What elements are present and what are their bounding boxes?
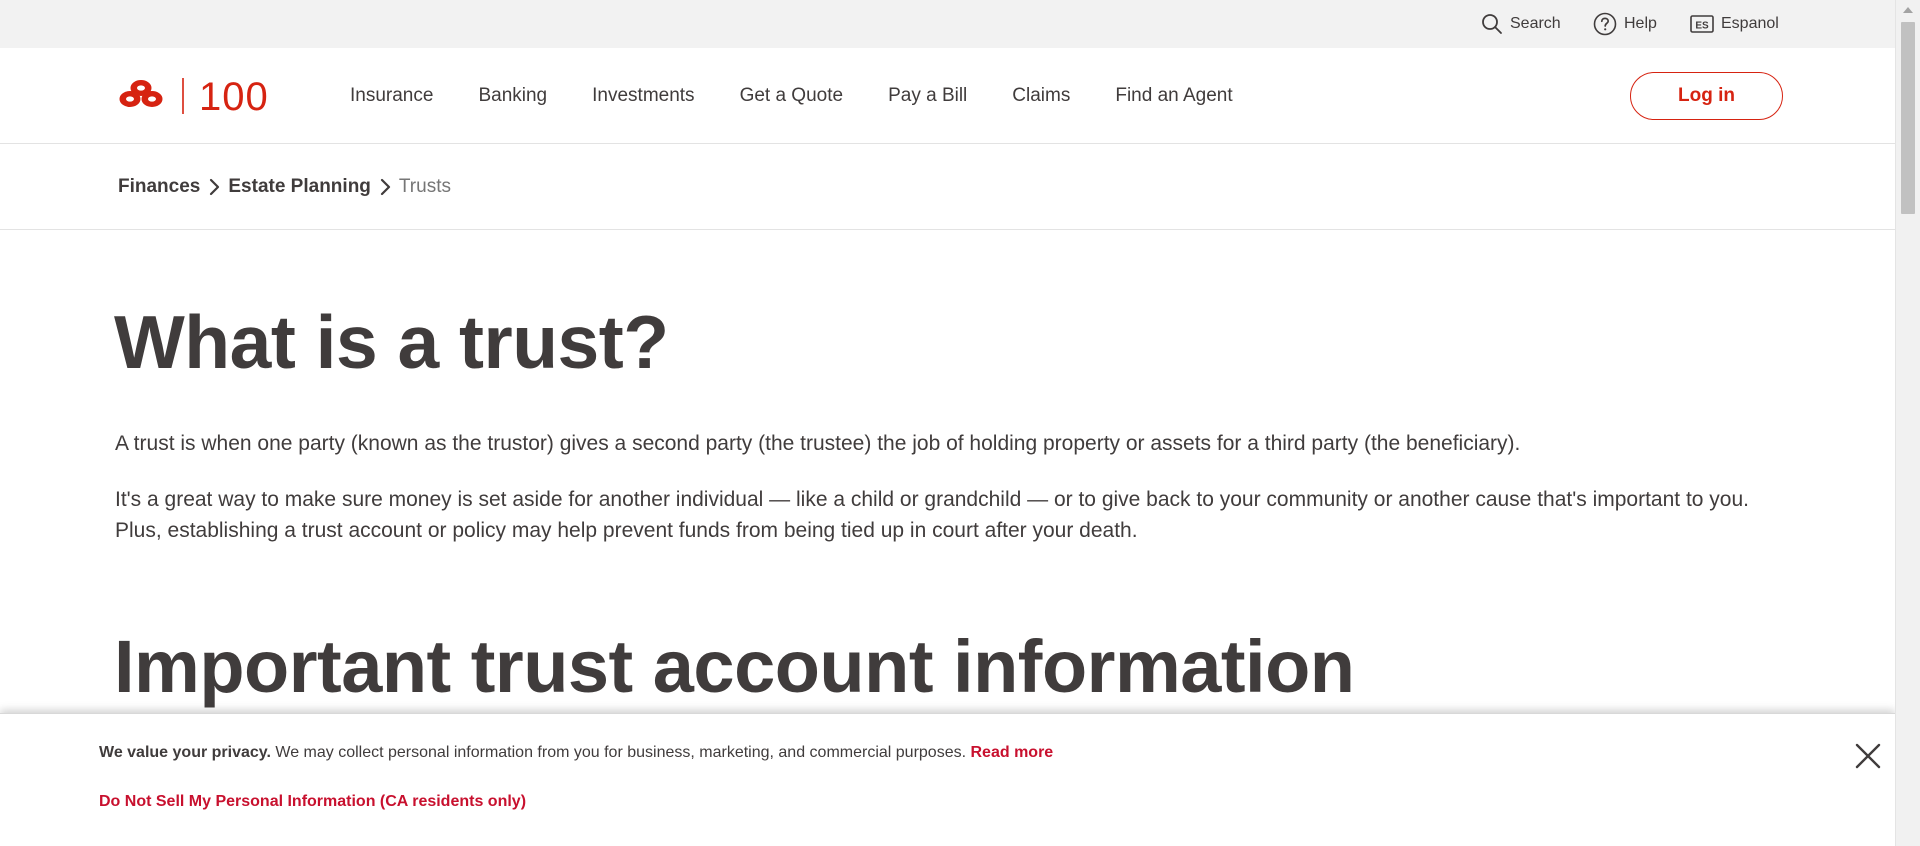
chevron-right-icon	[379, 178, 391, 196]
close-icon	[1855, 743, 1881, 769]
nav-item-find-an-agent[interactable]: Find an Agent	[1115, 85, 1232, 107]
search-icon	[1481, 13, 1503, 35]
help-label: Help	[1624, 15, 1657, 32]
detail-paragraph: It's a great way to make sure money is s…	[115, 488, 1749, 542]
chevron-right-icon	[208, 178, 220, 196]
read-more-link[interactable]: Read more	[971, 744, 1054, 761]
nav-item-insurance[interactable]: Insurance	[350, 85, 433, 107]
privacy-body: We may collect personal information from…	[270, 744, 971, 761]
main-header: 100 Insurance Banking Investments Get a …	[0, 48, 1895, 144]
privacy-title: We value your privacy.	[99, 744, 271, 761]
page-title: What is a trust?	[114, 300, 669, 384]
espanol-link[interactable]: ES Espanol	[1690, 0, 1779, 48]
logo-icon: 100	[119, 75, 269, 119]
scroll-up-arrow-icon[interactable]	[1896, 0, 1920, 20]
nav-item-pay-a-bill[interactable]: Pay a Bill	[888, 85, 967, 107]
logo-text: 100	[199, 76, 269, 116]
breadcrumb-finances[interactable]: Finances	[118, 176, 200, 198]
help-icon	[1593, 12, 1617, 36]
intro-paragraph: A trust is when one party (known as the …	[115, 432, 1521, 455]
do-not-sell-link[interactable]: Do Not Sell My Personal Information (CA …	[99, 793, 526, 811]
privacy-notice: We value your privacy. We may collect pe…	[99, 744, 1053, 762]
breadcrumb-estate-planning[interactable]: Estate Planning	[228, 176, 371, 198]
breadcrumb-current: Trusts	[398, 176, 451, 197]
site-logo[interactable]: 100	[116, 75, 298, 119]
search-label: Search	[1510, 15, 1561, 32]
scrollbar-thumb[interactable]	[1901, 22, 1915, 214]
nav-item-banking[interactable]: Banking	[478, 85, 547, 107]
nav-item-claims[interactable]: Claims	[1012, 85, 1070, 107]
breadcrumb: Finances Estate Planning Trusts	[118, 144, 451, 230]
espanol-icon: ES	[1690, 14, 1714, 34]
nav-item-get-a-quote[interactable]: Get a Quote	[740, 85, 844, 107]
page: Search Help ES Espanol 100 Insurance Ban…	[0, 0, 1895, 846]
breadcrumb-bar: Finances Estate Planning Trusts	[0, 144, 1895, 230]
utility-bar: Search Help ES Espanol	[0, 0, 1895, 48]
vertical-scrollbar[interactable]	[1895, 0, 1920, 846]
privacy-banner: We value your privacy. We may collect pe…	[0, 713, 1895, 846]
help-link[interactable]: Help	[1593, 0, 1657, 48]
search-link[interactable]: Search	[1481, 0, 1561, 48]
section-heading: Important trust account information	[114, 625, 1355, 708]
primary-nav: Insurance Banking Investments Get a Quot…	[350, 48, 1278, 144]
close-button[interactable]	[1852, 740, 1884, 772]
espanol-label: Espanol	[1721, 15, 1779, 32]
espanol-badge: ES	[1695, 21, 1709, 32]
nav-item-investments[interactable]: Investments	[592, 85, 694, 107]
login-button[interactable]: Log in	[1630, 72, 1783, 120]
